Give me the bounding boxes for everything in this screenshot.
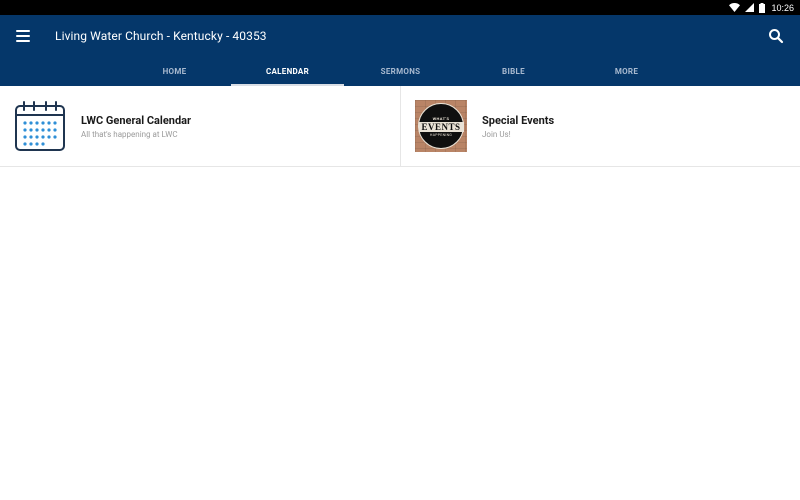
card-subtitle: All that's happening at LWC <box>81 129 178 139</box>
wifi-icon <box>729 3 741 12</box>
card-title: LWC General Calendar <box>81 113 192 127</box>
app-bar: Living Water Church - Kentucky - 40353 H… <box>0 15 800 86</box>
search-icon[interactable] <box>768 28 784 44</box>
card-text: Special Events Join Us! <box>482 114 554 139</box>
hamburger-menu-icon[interactable] <box>16 30 30 42</box>
events-badge: WHAT'S EVENTS HAPPENING <box>418 103 464 149</box>
card-lwc-general-calendar[interactable]: LWC General Calendar All that's happenin… <box>0 86 400 166</box>
tab-home[interactable]: HOME <box>118 57 231 86</box>
signal-icon <box>745 3 755 12</box>
tab-bible[interactable]: BIBLE <box>457 57 570 86</box>
tab-more[interactable]: MORE <box>570 57 683 86</box>
events-badge-top-text: WHAT'S <box>432 115 450 121</box>
tab-calendar[interactable]: CALENDAR <box>231 57 344 86</box>
status-time: 10:26 <box>771 2 794 13</box>
status-bar: 10:26 <box>0 0 800 15</box>
events-thumbnail: WHAT'S EVENTS HAPPENING <box>415 100 467 152</box>
card-title: Special Events <box>482 113 555 127</box>
card-special-events[interactable]: WHAT'S EVENTS HAPPENING Special Events J… <box>400 86 800 166</box>
card-subtitle: Join Us! <box>482 129 511 139</box>
calendar-list: LWC General Calendar All that's happenin… <box>0 86 800 167</box>
app-title: Living Water Church - Kentucky - 40353 <box>55 29 267 43</box>
card-text: LWC General Calendar All that's happenin… <box>81 114 191 139</box>
toolbar: Living Water Church - Kentucky - 40353 <box>0 15 800 57</box>
tab-sermons[interactable]: SERMONS <box>344 57 457 86</box>
tab-bar: HOME CALENDAR SERMONS BIBLE MORE <box>118 57 683 86</box>
events-badge-bottom-text: HAPPENING <box>429 132 453 137</box>
events-badge-main-text: EVENTS <box>418 121 464 132</box>
battery-icon <box>759 2 766 13</box>
calendar-icon <box>15 101 65 151</box>
